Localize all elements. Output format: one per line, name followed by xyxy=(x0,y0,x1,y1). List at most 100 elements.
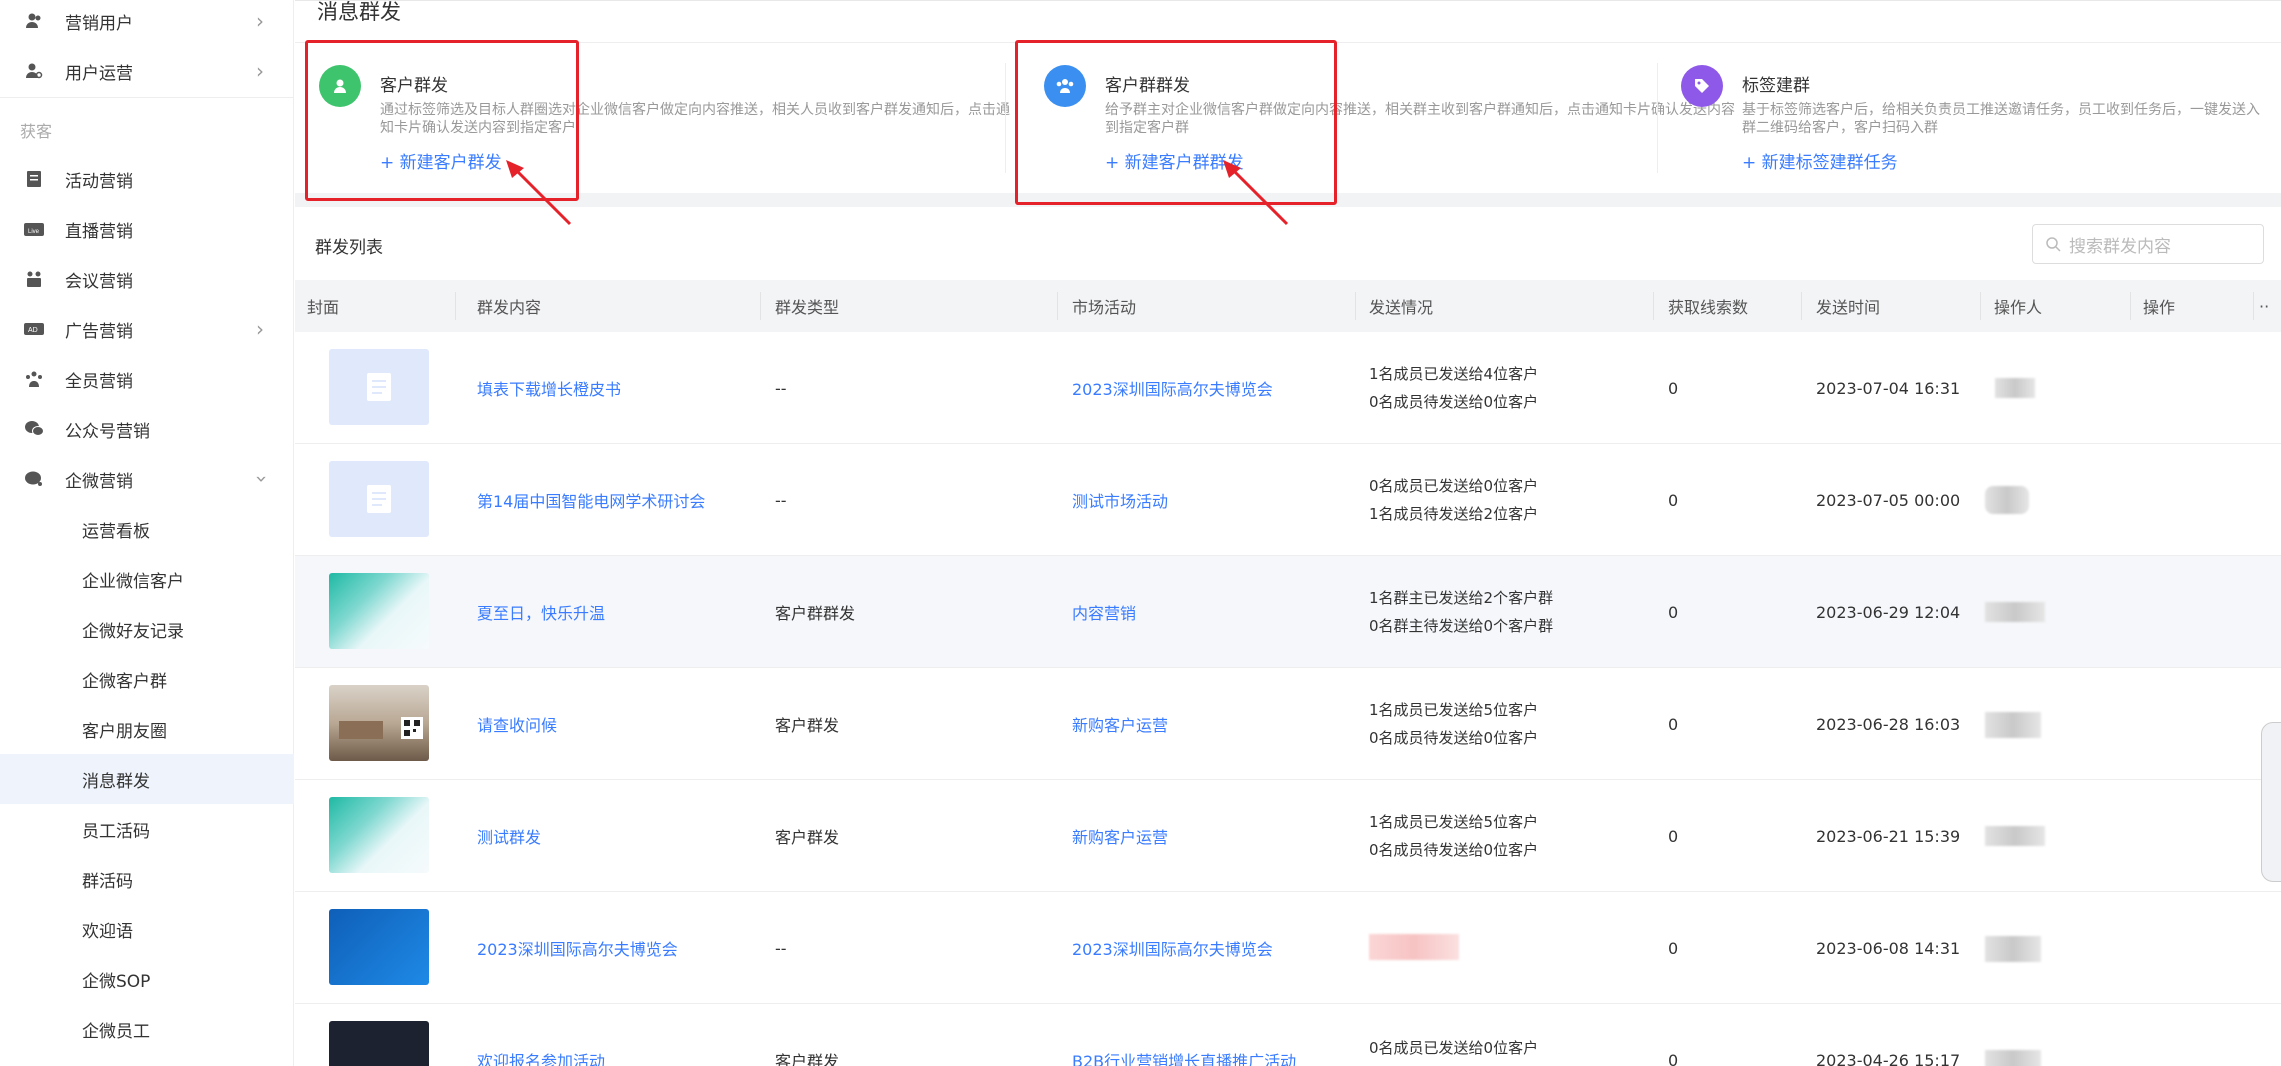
sidebar-sub-label: 消息群发 xyxy=(82,771,150,792)
cover-thumbnail xyxy=(329,1021,429,1066)
column-header: 获取线索数 xyxy=(1668,298,1749,317)
sidebar-sub-item-active[interactable]: 消息群发 xyxy=(0,754,294,804)
activity-link[interactable]: 2023深圳国际高尔夫博览会 xyxy=(1072,332,1273,444)
activity-link[interactable]: 新购客户运营 xyxy=(1072,668,1168,780)
wechat-icon xyxy=(24,419,44,439)
leads-count: 0 xyxy=(1668,490,1679,510)
leads-count: 0 xyxy=(1668,826,1679,846)
sidebar-item-user-ops[interactable]: 用户运营 › xyxy=(0,46,294,96)
sidebar-item-live[interactable]: Live 直播营销 xyxy=(0,204,294,254)
broadcast-type: 客户群群发 xyxy=(775,604,856,623)
sidebar-item-label: 用户运营 xyxy=(65,63,133,84)
sidebar-sub-item[interactable]: 企微SOP xyxy=(0,954,294,1004)
sidebar-sub-label: 群活码 xyxy=(82,871,133,892)
column-header: 封面 xyxy=(307,298,340,317)
broadcast-content-link[interactable]: 请查收问候 xyxy=(477,668,557,780)
new-tag-group-link[interactable]: + 新建标签建群任务 xyxy=(1742,148,1898,173)
chevron-right-icon: › xyxy=(256,317,264,341)
activity-link[interactable]: 2023深圳国际高尔夫博览会 xyxy=(1072,892,1273,1004)
table-row: 2023深圳国际高尔夫博览会 -- 2023深圳国际高尔夫博览会 0 2023-… xyxy=(295,892,2281,1004)
sidebar-sub-item[interactable]: 欢迎语 xyxy=(0,904,294,954)
divider xyxy=(1653,292,1654,320)
card-title: 标签建群 xyxy=(1742,76,1810,96)
broadcast-type: -- xyxy=(775,378,787,398)
divider xyxy=(760,292,761,320)
list-title: 群发列表 xyxy=(315,238,383,258)
sidebar-group-label: 获客 xyxy=(20,122,53,141)
sidebar-sub-item[interactable]: 企业微信客户 xyxy=(0,554,294,604)
card-tag-group: 标签建群 基于标签筛选客户后，给相关负责员工推送邀请任务，员工收到任务后，一键发… xyxy=(1657,43,2281,193)
search-icon xyxy=(2045,236,2061,252)
broadcast-content-link[interactable]: 第14届中国智能电网学术研讨会 xyxy=(477,444,705,556)
column-header: 操作 xyxy=(2143,298,2176,317)
user-settings-icon xyxy=(24,61,44,81)
operator-avatar-blurred xyxy=(1985,1050,2041,1066)
send-status-line: 0名成员待发送给0位客户 xyxy=(1369,393,1539,411)
activity-link[interactable]: 内容营销 xyxy=(1072,556,1136,668)
column-header: 发送时间 xyxy=(1816,298,1881,317)
send-status-line: 1名群主已发送给2个客户群 xyxy=(1369,589,1554,607)
table-row: 测试群发 客户群发 新购客户运营 1名成员已发送给5位客户 0名成员待发送给0位… xyxy=(295,780,2281,892)
table-row: 请查收问候 客户群发 新购客户运营 1名成员已发送给5位客户 0名成员待发送给0… xyxy=(295,668,2281,780)
table-row: 填表下载增长橙皮书 -- 2023深圳国际高尔夫博览会 1名成员已发送给4位客户… xyxy=(295,332,2281,444)
sidebar-sub-item[interactable]: 群活码 xyxy=(0,854,294,904)
activity-link[interactable]: 新购客户运营 xyxy=(1072,780,1168,892)
leads-count: 0 xyxy=(1668,714,1679,734)
live-icon: Live xyxy=(24,219,44,239)
sidebar-item-ads[interactable]: AD 广告营销 › xyxy=(0,304,294,354)
svg-text:Live: Live xyxy=(28,229,40,235)
broadcast-content-link[interactable]: 填表下载增长橙皮书 xyxy=(477,332,621,444)
annotation-arrow xyxy=(506,160,572,226)
annotation-arrow xyxy=(1223,160,1289,226)
sidebar-sub-item[interactable]: 企微客户群 xyxy=(0,654,294,704)
send-status-line: 0名群主待发送给0个客户群 xyxy=(1369,617,1554,635)
meeting-icon xyxy=(24,269,44,289)
svg-text:AD: AD xyxy=(28,327,38,334)
activity-link[interactable]: 测试市场活动 xyxy=(1072,444,1168,556)
sidebar-sub-label: 企微客户群 xyxy=(82,671,167,692)
sidebar-item-meeting[interactable]: 会议营销 xyxy=(0,254,294,304)
column-header: 发送情况 xyxy=(1369,298,1434,317)
sidebar-sub-label: 企微员工 xyxy=(82,1021,150,1042)
floating-side-widget[interactable] xyxy=(2261,722,2281,882)
send-time: 2023-06-28 16:03 xyxy=(1816,714,1961,734)
sidebar-sub-label: 客户朋友圈 xyxy=(82,721,167,742)
activity-link[interactable]: B2B行业营销增长直播推广活动 xyxy=(1072,1004,1296,1066)
divider xyxy=(2130,292,2131,320)
team-icon xyxy=(24,369,44,389)
search-placeholder: 搜索群发内容 xyxy=(2069,236,2171,257)
broadcast-content-link[interactable]: 2023深圳国际高尔夫博览会 xyxy=(477,892,678,1004)
table-header: 封面 群发内容 群发类型 市场活动 发送情况 获取线索数 发送时间 操作人 操作… xyxy=(295,280,2281,332)
operator-avatar-blurred xyxy=(1985,936,2041,962)
broadcast-content-link[interactable]: 测试群发 xyxy=(477,780,541,892)
sidebar-sub-item[interactable]: 企微员工 xyxy=(0,1004,294,1054)
sidebar-item-wecom[interactable]: 企微营销 › xyxy=(0,454,294,504)
broadcast-content-link[interactable]: 欢迎报名参加活动 xyxy=(477,1004,605,1066)
sidebar-item-official-account[interactable]: 公众号营销 xyxy=(0,404,294,454)
sidebar-item-label: 活动营销 xyxy=(65,171,133,192)
sidebar-sub-item[interactable]: 员工活码 xyxy=(0,804,294,854)
sidebar-item-marketing-users[interactable]: 营销用户 › xyxy=(0,0,294,46)
search-input[interactable]: 搜索群发内容 xyxy=(2032,224,2264,264)
send-time: 2023-07-05 00:00 xyxy=(1816,490,1961,510)
send-status: 1名群主已发送给2个客户群 0名群主待发送给0个客户群 xyxy=(1369,556,1553,668)
send-time: 2023-07-04 16:31 xyxy=(1816,378,1961,398)
column-settings-button[interactable]: ·· xyxy=(2259,280,2269,332)
sidebar-item-label: 营销用户 xyxy=(65,13,133,34)
sidebar-sub-label: 运营看板 xyxy=(82,521,150,542)
sidebar-item-all-staff[interactable]: 全员营销 xyxy=(0,354,294,404)
sidebar-item-activity[interactable]: 活动营销 xyxy=(0,154,294,204)
broadcast-content-link[interactable]: 夏至日，快乐升温 xyxy=(477,556,605,668)
leads-count: 0 xyxy=(1668,938,1679,958)
send-status: 0名成员已发送给0位客户 xyxy=(1369,1004,1538,1066)
tag-icon xyxy=(1681,65,1723,107)
sidebar-sub-item[interactable]: 客户朋友圈 xyxy=(0,704,294,754)
divider xyxy=(1801,292,1802,320)
divider xyxy=(1355,292,1356,320)
column-header: 群发内容 xyxy=(477,298,542,317)
send-status: 1名成员已发送给4位客户 0名成员待发送给0位客户 xyxy=(1369,332,1538,444)
sidebar-sub-item[interactable]: 企微好友记录 xyxy=(0,604,294,654)
operator-avatar-blurred xyxy=(1985,826,2045,846)
sidebar-sub-item[interactable]: 运营看板 xyxy=(0,504,294,554)
send-status-line: 1名成员待发送给2位客户 xyxy=(1369,505,1539,523)
